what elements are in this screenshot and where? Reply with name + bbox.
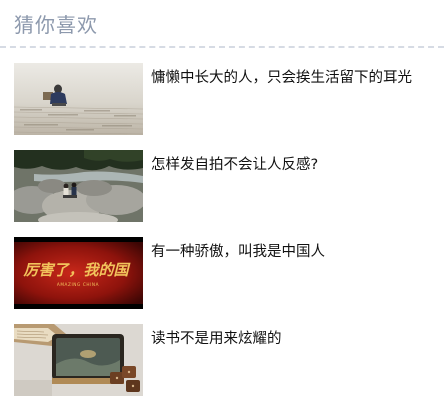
section-title: 猜你喜欢 bbox=[14, 13, 98, 37]
item-title[interactable]: 怎样发自拍不会让人反感? bbox=[151, 153, 318, 174]
person-reading-on-book-image bbox=[14, 63, 143, 135]
recommend-section-header: 猜你喜欢 bbox=[0, 0, 444, 46]
recommend-item-3[interactable]: 厉害了，我的国 AMAZING CHINA 有一种骄傲，叫我是中国人 bbox=[0, 237, 444, 309]
article-thumbnail[interactable] bbox=[14, 63, 143, 135]
article-thumbnail[interactable] bbox=[14, 150, 143, 222]
item-title[interactable]: 有一种骄傲，叫我是中国人 bbox=[151, 240, 325, 261]
dashed-divider bbox=[0, 46, 444, 48]
couple-on-rocks-image bbox=[14, 150, 143, 222]
poster-calligraphy: 厉害了，我的国 bbox=[22, 261, 131, 279]
book-and-mahjong-image bbox=[14, 324, 143, 396]
item-title[interactable]: 读书不是用来炫耀的 bbox=[151, 327, 282, 348]
item-title[interactable]: 慵懒中长大的人，只会挨生活留下的耳光 bbox=[151, 66, 412, 87]
amazing-china-poster-image: 厉害了，我的国 AMAZING CHINA bbox=[14, 237, 143, 309]
poster-subtitle: AMAZING CHINA bbox=[57, 282, 99, 287]
recommend-item-1[interactable]: 慵懒中长大的人，只会挨生活留下的耳光 bbox=[0, 63, 444, 135]
recommend-item-4[interactable]: 读书不是用来炫耀的 bbox=[0, 324, 444, 396]
article-thumbnail[interactable]: 厉害了，我的国 AMAZING CHINA bbox=[14, 237, 143, 309]
article-thumbnail[interactable] bbox=[14, 324, 143, 396]
recommend-item-2[interactable]: 怎样发自拍不会让人反感? bbox=[0, 150, 444, 222]
